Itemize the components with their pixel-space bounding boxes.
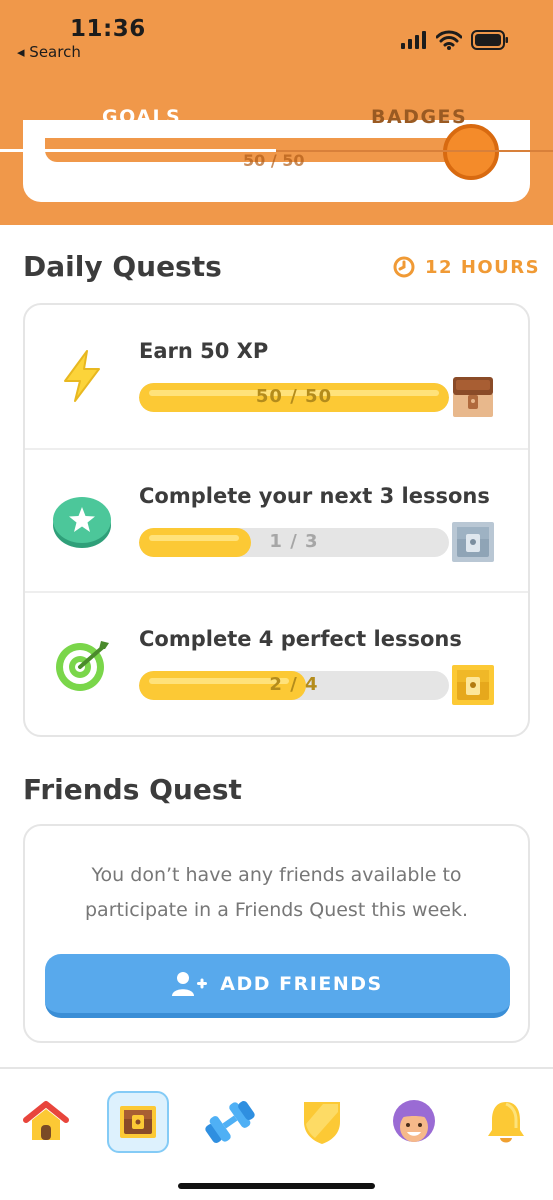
tab-bar: GOALS BADGES	[0, 98, 553, 138]
previous-progress-text: 50 / 50	[243, 151, 305, 170]
quest-progress-text: 1 / 3	[269, 531, 319, 552]
nav-leagues[interactable]	[291, 1091, 353, 1153]
wifi-icon	[436, 30, 462, 50]
opened-chest-icon[interactable]	[450, 375, 496, 419]
bottom-navigation	[0, 1067, 553, 1200]
practice-dumbbell-icon	[205, 1101, 255, 1143]
quest-progress-text: 50 / 50	[255, 386, 333, 407]
timer-label: 12 HOURS	[425, 256, 541, 278]
add-friends-label: ADD FRIENDS	[220, 972, 383, 995]
friends-quest-card: You don’t have any friends available to …	[23, 824, 530, 1043]
nav-quests[interactable]	[107, 1091, 169, 1153]
quest-progress-bar: 1 / 3	[139, 528, 449, 557]
quest-progress-bar: 2 / 4	[139, 671, 449, 700]
nav-notifications[interactable]	[475, 1091, 537, 1153]
status-time: 11:36	[70, 16, 146, 42]
silver-chest-icon[interactable]	[450, 520, 496, 564]
nav-home[interactable]	[15, 1091, 77, 1153]
target-icon	[56, 641, 109, 691]
active-tab-indicator	[0, 149, 276, 152]
tab-badges[interactable]: BADGES	[371, 106, 467, 128]
header: 11:36 ◂ Search 50 / 50 GOALS BADGES	[0, 0, 553, 225]
quest-item[interactable]: Complete 4 perfect lessons 2 / 4	[25, 591, 528, 734]
leagues-shield-icon	[304, 1102, 340, 1144]
friends-quest-message: You don’t have any friends available to …	[84, 864, 468, 921]
battery-icon	[471, 30, 508, 50]
home-icon	[23, 1101, 69, 1140]
quest-timer: 12 HOURS	[393, 256, 540, 278]
timer-icon	[393, 256, 415, 278]
quest-title: Complete your next 3 lessons	[139, 484, 490, 508]
nav-profile[interactable]	[383, 1091, 445, 1153]
home-indicator	[178, 1183, 375, 1189]
status-icons	[401, 30, 509, 50]
quests-chest-icon	[120, 1106, 156, 1138]
quest-item[interactable]: Complete your next 3 lessons 1 / 3	[25, 448, 528, 591]
add-friends-button[interactable]: ADD FRIENDS	[45, 954, 510, 1018]
daily-quests-card: Earn 50 XP 50 / 50 Complete your next 3 …	[23, 303, 530, 737]
star-badge-icon	[53, 497, 111, 548]
quest-item[interactable]: Earn 50 XP 50 / 50	[25, 305, 528, 448]
friends-quest-title: Friends Quest	[23, 773, 242, 806]
notifications-bell-icon	[488, 1102, 524, 1143]
quest-title: Complete 4 perfect lessons	[139, 627, 462, 651]
quest-progress-text: 2 / 4	[269, 674, 319, 695]
cellular-signal-icon	[401, 31, 426, 49]
lightning-icon	[64, 350, 100, 402]
profile-avatar-icon	[393, 1100, 435, 1142]
quest-title: Earn 50 XP	[139, 339, 269, 363]
nav-practice[interactable]	[199, 1091, 261, 1153]
quest-progress-bar: 50 / 50	[139, 383, 449, 412]
tab-goals[interactable]: GOALS	[102, 106, 181, 128]
back-to-search-link[interactable]: ◂ Search	[17, 43, 81, 61]
gold-chest-icon[interactable]	[450, 663, 496, 707]
daily-quests-title: Daily Quests	[23, 250, 222, 283]
add-friend-icon	[172, 971, 208, 996]
